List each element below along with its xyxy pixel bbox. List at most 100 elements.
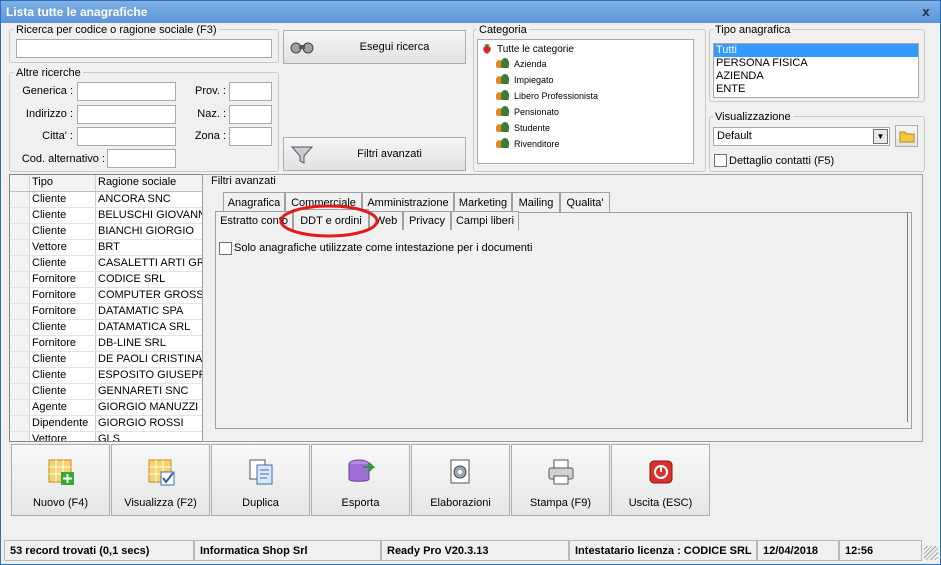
table-row[interactable]: Cliente ESPOSITO GIUSEPPE: [10, 368, 204, 384]
cell-tipo: Dipendente: [30, 416, 96, 431]
type-item[interactable]: AZIENDA: [714, 70, 918, 83]
category-tree[interactable]: Tutte le categorie Azienda Impiegato Lib…: [477, 39, 694, 164]
new-button[interactable]: Nuovo (F4): [11, 444, 110, 516]
cell-ragione-sociale: BELUSCHI GIOVANNI: [98, 209, 204, 221]
row-header[interactable]: [10, 272, 30, 287]
row-header[interactable]: [10, 320, 30, 335]
table-row[interactable]: Cliente BIANCHI GIORGIO: [10, 224, 204, 240]
prov-label: Prov. :: [195, 85, 226, 97]
duplicate-button[interactable]: Duplica: [211, 444, 310, 516]
resize-grip[interactable]: [924, 546, 938, 560]
row-header[interactable]: [10, 336, 30, 351]
people-icon: [496, 138, 510, 150]
folder-icon: [899, 131, 914, 142]
dettaglio-contatti-label: Dettaglio contatti (F5): [729, 155, 835, 167]
processing-gears-icon: [450, 459, 470, 484]
table-row[interactable]: Cliente BELUSCHI GIOVANNI: [10, 208, 204, 224]
tab-privacy[interactable]: Privacy: [403, 211, 451, 230]
tab-frame-shadow: [907, 212, 908, 422]
category-item[interactable]: Pensionato: [496, 106, 559, 118]
row-header[interactable]: [10, 432, 30, 441]
tab-anagrafica[interactable]: Anagrafica: [223, 192, 285, 212]
row-header[interactable]: [10, 416, 30, 431]
category-item[interactable]: Azienda: [496, 58, 547, 70]
row-header[interactable]: [10, 256, 30, 271]
binoculars-icon: [290, 42, 314, 54]
table-row[interactable]: Cliente ANCORA SNC: [10, 192, 204, 208]
print-button[interactable]: Stampa (F9): [511, 444, 610, 516]
category-item[interactable]: Studente: [496, 122, 550, 134]
indirizzo-input[interactable]: [77, 105, 176, 124]
citta-input[interactable]: [77, 127, 176, 146]
tab-campi-liberi[interactable]: Campi liberi: [451, 211, 519, 230]
type-list[interactable]: Tutti PERSONA FISICA AZIENDA ENTE: [713, 43, 919, 98]
row-header[interactable]: [10, 224, 30, 239]
row-header[interactable]: [10, 384, 30, 399]
type-item[interactable]: ENTE: [714, 83, 918, 96]
table-row[interactable]: Vettore GLS: [10, 432, 204, 441]
table-row[interactable]: Dipendente GIORGIO ROSSI: [10, 416, 204, 432]
tab-mailing[interactable]: Mailing: [512, 192, 560, 212]
view-button[interactable]: Visualizza (F2): [111, 444, 210, 516]
row-header[interactable]: [10, 288, 30, 303]
table-row[interactable]: Cliente GENNARETI SNC: [10, 384, 204, 400]
category-root[interactable]: Tutte le categorie: [481, 43, 574, 55]
col-header-ragione-sociale[interactable]: Ragione sociale: [96, 175, 204, 191]
open-folder-button[interactable]: [895, 125, 918, 147]
generica-input[interactable]: [77, 82, 176, 101]
cell-ragione-sociale: DE PAOLI CRISTINA: [98, 353, 203, 365]
prov-input[interactable]: [229, 82, 272, 101]
naz-input[interactable]: [229, 105, 272, 124]
processing-button[interactable]: Elaborazioni: [411, 444, 510, 516]
chevron-down-icon[interactable]: ▼: [873, 129, 888, 144]
row-header[interactable]: [10, 208, 30, 223]
cell-tipo: Cliente: [30, 320, 96, 335]
table-row[interactable]: Cliente DE PAOLI CRISTINA: [10, 352, 204, 368]
tab-marketing[interactable]: Marketing: [454, 192, 512, 212]
table-row[interactable]: Fornitore DATAMATIC SPA: [10, 304, 204, 320]
exit-button[interactable]: Uscita (ESC): [611, 444, 710, 516]
category-legend: Categoria: [477, 24, 529, 36]
view-select[interactable]: Default ▼: [713, 127, 890, 146]
close-icon[interactable]: x: [918, 4, 934, 20]
zona-label: Zona :: [194, 130, 226, 142]
search-input[interactable]: [16, 39, 272, 58]
row-header[interactable]: [10, 304, 30, 319]
export-database-icon: [348, 459, 376, 482]
search-button[interactable]: Esegui ricerca: [283, 30, 466, 64]
status-version: Ready Pro V20.3.13: [381, 540, 569, 561]
advanced-filters-button[interactable]: Filtri avanzati: [283, 137, 466, 171]
row-header-corner: [10, 175, 30, 191]
table-row[interactable]: Agente GIORGIO MANUZZI (C: [10, 400, 204, 416]
category-item[interactable]: Libero Professionista: [496, 90, 598, 102]
table-row[interactable]: Cliente DATAMATICA SRL: [10, 320, 204, 336]
tab-qualita[interactable]: Qualita': [560, 192, 610, 212]
category-item[interactable]: Impiegato: [496, 74, 554, 86]
table-row[interactable]: Fornitore DB-LINE SRL: [10, 336, 204, 352]
category-item-label: Rivenditore: [514, 139, 560, 149]
records-grid[interactable]: Tipo Ragione sociale Cliente ANCORA SNC Cl…: [9, 174, 205, 442]
row-header[interactable]: [10, 400, 30, 415]
table-row[interactable]: Vettore BRT: [10, 240, 204, 256]
row-header[interactable]: [10, 352, 30, 367]
dettaglio-contatti-checkbox[interactable]: [714, 154, 727, 167]
col-header-tipo[interactable]: Tipo: [30, 175, 96, 191]
cell-tipo: Cliente: [30, 208, 96, 223]
type-item[interactable]: PERSONA FISICA: [714, 57, 918, 70]
row-header[interactable]: [10, 240, 30, 255]
category-item[interactable]: Rivenditore: [496, 138, 560, 150]
export-button[interactable]: Esporta: [311, 444, 410, 516]
row-header[interactable]: [10, 368, 30, 383]
cell-ragione-sociale: CASALETTI ARTI GRA: [98, 257, 204, 269]
table-row[interactable]: Cliente CASALETTI ARTI GRA: [10, 256, 204, 272]
solo-intestazione-checkbox[interactable]: [219, 242, 232, 255]
row-header[interactable]: [10, 192, 30, 207]
type-item-selected[interactable]: Tutti: [714, 44, 918, 57]
table-row[interactable]: FornitoreCOMPUTER GROSS SP: [10, 288, 204, 304]
table-row[interactable]: Fornitore CODICE SRL: [10, 272, 204, 288]
cod-alternativo-input[interactable]: [107, 149, 176, 168]
cell-ragione-sociale: GIORGIO MANUZZI (C: [98, 401, 204, 413]
zona-input[interactable]: [229, 127, 272, 146]
cell-ragione-sociale: GIORGIO ROSSI: [98, 417, 184, 429]
view-button-label: Visualizza (F2): [124, 497, 197, 509]
